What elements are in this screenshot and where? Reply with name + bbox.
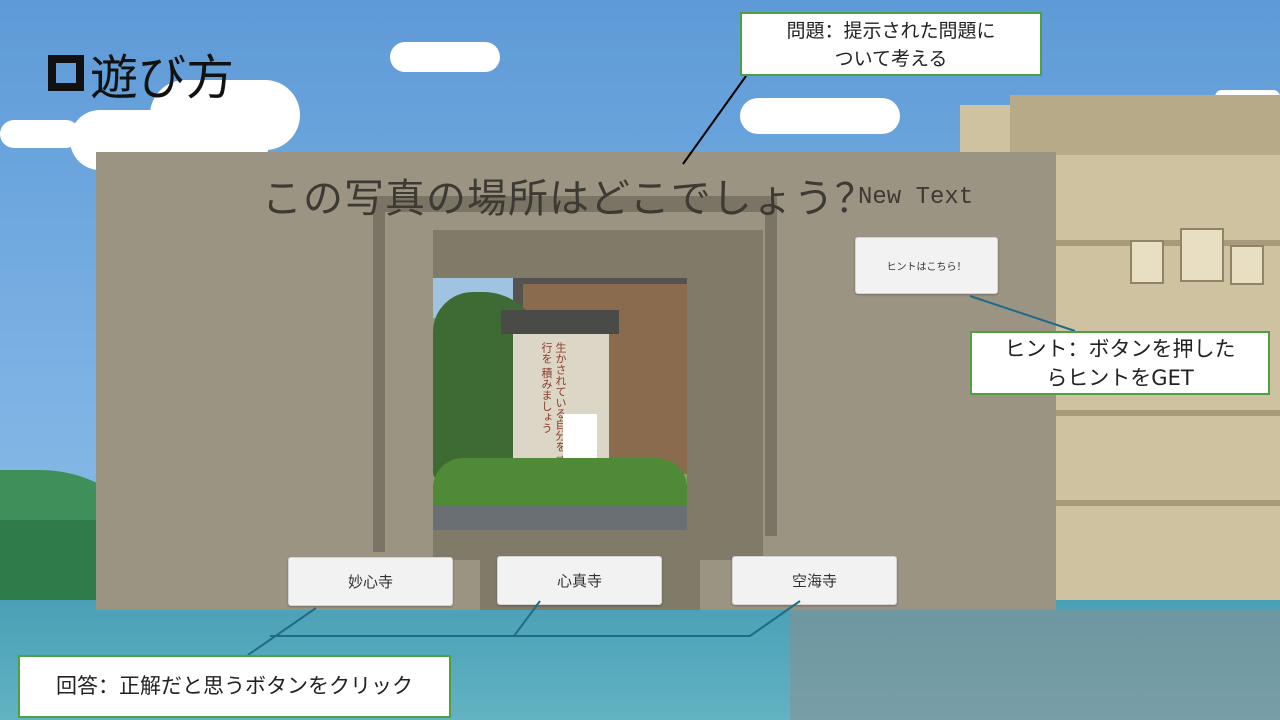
question-title: この写真の場所はどこでしょう？: [262, 176, 876, 222]
gate-pillar: [765, 196, 777, 536]
pixel-building-roof: [1010, 95, 1280, 155]
question-callout-line2: ついて考える: [834, 48, 948, 70]
cloud: [0, 120, 80, 148]
photo-signpost-roof: [501, 310, 619, 334]
cloud: [740, 98, 900, 134]
hint-callout-line1: ヒント：ボタンを押した: [1004, 337, 1236, 361]
cloud: [390, 42, 500, 72]
answer-button-2[interactable]: 心真寺: [497, 556, 662, 605]
answer-button-3[interactable]: 空海寺: [732, 556, 897, 605]
slide-title-text: 遊び方: [90, 50, 235, 106]
question-callout: 問題：提示された問題に ついて考える: [740, 12, 1042, 76]
photo-bush: [433, 458, 687, 506]
answer-callout: 回答：正解だと思うボタンをクリック: [18, 655, 451, 718]
gate-pillar: [373, 212, 385, 552]
building-window: [1230, 245, 1264, 285]
slide-title: 遊び方: [48, 38, 234, 108]
placeholder-text: New Text: [858, 184, 974, 211]
square-bullet-icon: [48, 55, 84, 91]
answer-button-1[interactable]: 妙心寺: [288, 557, 453, 606]
building-window: [1130, 240, 1164, 284]
hint-callout-line2: らヒントをGET: [1046, 366, 1194, 390]
photo-road: [433, 506, 687, 530]
hint-button[interactable]: ヒントはこちら！: [855, 237, 998, 294]
hill: [0, 520, 110, 610]
building-window: [1180, 228, 1224, 282]
hint-callout: ヒント：ボタンを押した らヒントをGET: [970, 331, 1270, 395]
question-callout-line1: 問題：提示された問題に: [786, 20, 996, 42]
building-reflection: [790, 610, 1280, 720]
quiz-photo: 生かされている自分を 感謝し報恩の行を 積みましょう: [433, 278, 687, 530]
